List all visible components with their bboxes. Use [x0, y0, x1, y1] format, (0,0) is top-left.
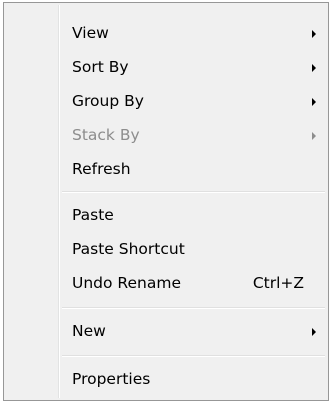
menu-item-label: View — [72, 24, 109, 42]
menu-item-paste-shortcut[interactable]: Paste Shortcut — [6, 233, 326, 267]
menu-item-label: Undo Rename — [72, 274, 181, 292]
menu-item-label: Properties — [72, 370, 151, 388]
menu-item-label: Paste Shortcut — [72, 240, 185, 258]
submenu-arrow-icon — [312, 98, 316, 106]
menu-separator — [62, 307, 325, 309]
menu-item-group-by[interactable]: Group By — [6, 85, 326, 119]
submenu-arrow-icon — [312, 328, 316, 336]
menu-item-properties[interactable]: Properties — [6, 363, 326, 397]
menu-item-view[interactable]: View — [6, 17, 326, 51]
menu-item-label: Group By — [72, 92, 144, 110]
menu-separator — [62, 355, 325, 357]
context-menu: View Sort By Group By Stack By Refresh P… — [3, 2, 329, 401]
menu-item-label: Refresh — [72, 160, 131, 178]
submenu-arrow-icon — [312, 30, 316, 38]
menu-item-label: New — [72, 322, 106, 340]
menu-item-stack-by: Stack By — [6, 119, 326, 153]
menu-item-label: Stack By — [72, 126, 140, 144]
menu-item-new[interactable]: New — [6, 315, 326, 349]
menu-item-sort-by[interactable]: Sort By — [6, 51, 326, 85]
menu-separator — [62, 191, 325, 193]
menu-item-label: Sort By — [72, 58, 129, 76]
menu-item-undo-rename[interactable]: Undo Rename Ctrl+Z — [6, 267, 326, 301]
menu-item-label: Paste — [72, 206, 114, 224]
menu-item-refresh[interactable]: Refresh — [6, 153, 326, 187]
menu-item-paste[interactable]: Paste — [6, 199, 326, 233]
submenu-arrow-icon — [312, 132, 316, 140]
submenu-arrow-icon — [312, 64, 316, 72]
menu-item-shortcut: Ctrl+Z — [252, 274, 304, 292]
